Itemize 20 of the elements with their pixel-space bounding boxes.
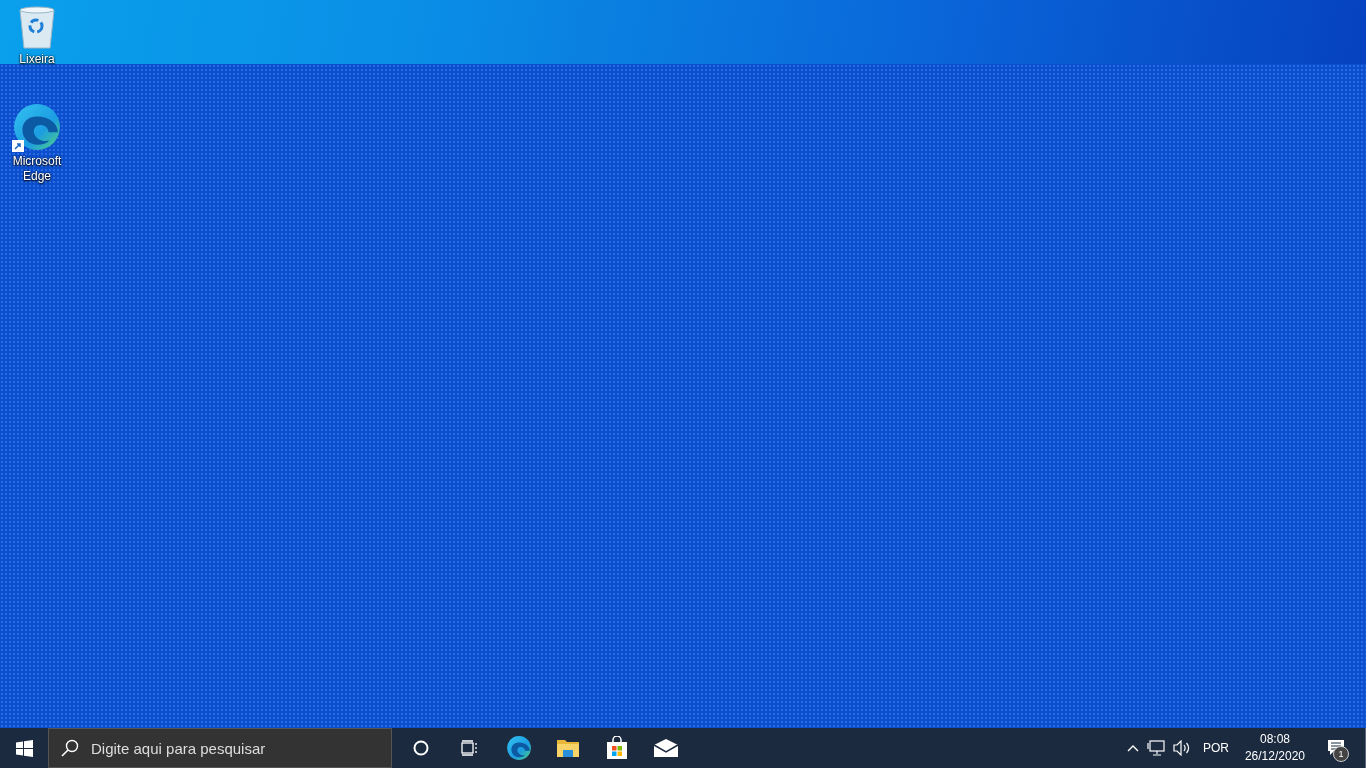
envelope-icon — [652, 739, 679, 757]
shopping-bag-icon — [605, 736, 628, 760]
notification-count: 1 — [1333, 746, 1349, 762]
caret-up-icon — [1126, 744, 1139, 752]
task-view-icon — [460, 740, 479, 756]
browser-icon — [505, 735, 532, 761]
desktop-icon-label[interactable]: Microsoft Edge — [12, 154, 62, 184]
search-field[interactable]: Digite aqui para pesquisar — [89, 738, 391, 758]
monitor-icon — [1146, 740, 1165, 756]
windows-logo-icon — [15, 739, 33, 757]
search-icon — [61, 739, 79, 757]
search-bar[interactable]: Digite aqui para pesquisar — [48, 728, 392, 768]
browser-icon — [12, 102, 62, 152]
folder-icon — [555, 738, 580, 758]
language-indicator[interactable]: POR — [1194, 728, 1237, 768]
speaker-icon — [1172, 740, 1191, 756]
recycle-bin-icon — [17, 6, 57, 50]
circle-icon — [412, 740, 429, 756]
clock[interactable]: 08:08 26/12/2020 — [1236, 728, 1313, 768]
notifications-button[interactable]: 1 — [1313, 728, 1359, 768]
